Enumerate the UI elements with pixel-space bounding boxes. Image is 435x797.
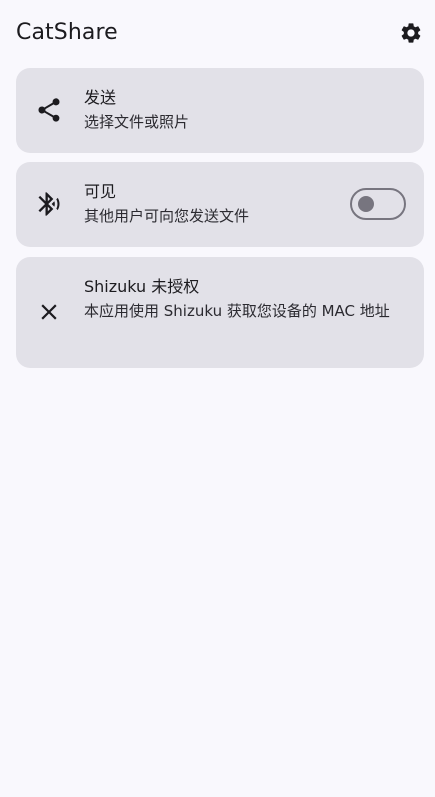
switch-thumb	[358, 196, 374, 212]
shizuku-icon-wrap	[34, 297, 64, 327]
send-subtitle: 选择文件或照片	[84, 113, 190, 131]
gear-icon	[401, 23, 421, 43]
send-card-text: 发送 选择文件或照片	[84, 86, 406, 134]
app-title: CatShare	[16, 20, 118, 45]
shizuku-card[interactable]: Shizuku 未授权 本应用使用 Shizuku 获取您设备的 MAC 地址	[16, 257, 424, 368]
share-icon	[38, 98, 60, 122]
app-screen: CatShare 发送 选择文件或照片 可见 其他用户可向您发送文件 Shizu…	[0, 0, 435, 797]
visibility-icon-wrap	[34, 189, 64, 219]
shizuku-card-text: Shizuku 未授权 本应用使用 Shizuku 获取您设备的 MAC 地址	[84, 275, 406, 323]
shizuku-title: Shizuku 未授权	[84, 277, 200, 296]
close-icon	[41, 304, 57, 320]
bluetooth-searching-icon	[38, 192, 60, 216]
send-icon-wrap	[34, 95, 64, 125]
top-app-bar: CatShare	[0, 0, 435, 66]
send-card[interactable]: 发送 选择文件或照片	[16, 68, 424, 153]
visibility-switch[interactable]	[350, 188, 406, 220]
settings-button[interactable]	[396, 18, 426, 48]
shizuku-subtitle: 本应用使用 Shizuku 获取您设备的 MAC 地址	[84, 302, 390, 320]
visibility-card: 可见 其他用户可向您发送文件	[16, 162, 424, 247]
send-title: 发送	[84, 88, 117, 107]
